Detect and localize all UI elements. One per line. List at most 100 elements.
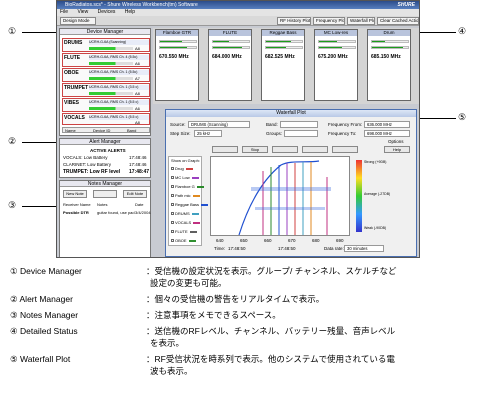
source-select[interactable]: DRUMS (Scanning) [188,121,250,128]
graph-legend-item[interactable]: Path mic [171,193,200,198]
device-model: UCRH-G-6A (Scanning) [89,40,149,45]
af-meter [318,40,356,43]
time-end: 17:48:50 [278,246,296,251]
legend-checkbox[interactable] [171,194,174,198]
device-item[interactable]: FLUTE UCRH-G-6A, RMS Ch. 4 (5.5c) A6 [62,53,150,67]
save-button[interactable] [332,146,358,153]
window-title: BioRadiatos.scs* - Shure Wireless Workbe… [65,2,198,8]
rf-meter [89,77,133,80]
device-model: UCRH-G-6A, RMS Ch. 1 (5.5 c) [89,115,149,120]
delete-note-button[interactable] [93,190,117,198]
groups-select[interactable] [284,130,318,137]
device-item[interactable]: VIBES UCRH-G-6A, RMS Ch. 1 (5.5 c) A6 [62,98,150,112]
graph-legend-item[interactable]: DRUMS [171,211,199,216]
graph-legend-item[interactable]: MC Low [171,175,199,180]
legend-swatch [185,167,193,170]
edit-note-button[interactable]: Edit Note [123,190,147,198]
status-panel[interactable]: Reggae Bass 682.525 MHz [261,29,305,101]
rf-meter [159,46,197,49]
clear-cached-button[interactable]: Clear Cached Actions [377,17,419,25]
scale-strong: Strong (+9DB) [364,160,387,164]
alert-time: 17:48:46 [129,162,147,167]
shure-logo: SHURE [397,2,415,8]
frequency-plot-button[interactable]: Frequency Plot [313,17,345,25]
legend-checkbox[interactable] [171,185,174,189]
freq-to-input[interactable]: 698.000 MHz [364,130,410,137]
scale-average: Average (-27DB) [364,192,391,196]
note-text: guitar found, use pad [97,210,135,215]
menu-file[interactable]: File [60,9,68,15]
waterfall-plot-window[interactable]: Waterfall Plot Source: DRUMS (Scanning) … [165,109,417,257]
waterfall-plot-button[interactable]: Waterfall Plot [347,17,375,25]
description-term: ③ Notes Manager [10,310,79,320]
step-size-input[interactable]: 25 kHz [194,130,222,137]
description-text: 波も表示。 [150,366,193,376]
graph-legend-item[interactable]: VOCALS [171,220,201,225]
graph-legend-item[interactable]: Flamboe G [171,184,204,189]
status-panel[interactable]: MC Low-res 675.200 MHz [314,29,358,101]
alert-item[interactable]: CLARINET: Low Battery 17:48:46 [63,162,147,167]
af-meter [265,40,303,43]
legend-checkbox[interactable] [171,212,174,216]
legend-checkbox[interactable] [171,221,174,225]
callout-1: ① [8,26,17,36]
legend-swatch [192,194,200,197]
stop-button[interactable]: Stop [242,146,268,153]
legend-checkbox[interactable] [171,203,174,207]
col-notes: Notes [97,202,108,207]
band-select[interactable] [280,121,318,128]
zoom-button[interactable] [272,146,298,153]
legend-swatch [196,185,204,188]
print-button[interactable] [302,146,328,153]
alert-item[interactable]: TRUMPET: Low RF level 17:48:47 [63,169,149,175]
device-name: TRUMPET [64,85,89,91]
rf-meter [318,46,356,49]
device-item[interactable]: VOCALS UCRH-G-6A, RMS Ch. 1 (5.5 c) A8 [62,113,150,125]
help-button[interactable]: Help [384,146,410,153]
callout-line-1 [22,32,58,33]
callout-line-3 [22,206,58,207]
device-channel: A7 [135,76,140,81]
freq-from-input[interactable]: 636.000 MHz [364,121,410,128]
legend-checkbox[interactable] [171,167,174,171]
legend-swatch [193,221,201,224]
device-item[interactable]: TRUMPET UCRH-G-6A, RMS Ch. 1 (3.5 c) A8 [62,83,150,97]
title-bar: BioRadiatos.scs* - Shure Wireless Workbe… [57,1,419,9]
note-receiver: Possible DTR [63,210,89,215]
x-tick-label: 690 [336,238,344,243]
freq-to-label: Frequency To: [328,131,357,136]
band-label: Band: [266,122,278,127]
menu-help[interactable]: Help [125,9,135,15]
legend-checkbox[interactable] [171,239,174,243]
mode-select[interactable]: Design Mode [60,17,96,25]
legend-label: Reggae Bass [175,202,200,207]
legend-checkbox[interactable] [171,176,174,180]
panel-name: MC Low-res [315,30,357,36]
play-button[interactable] [212,146,238,153]
panel-name: Reggae Bass [262,30,304,36]
graph-legend-item[interactable]: OBOE [171,238,196,243]
graph-legend-item[interactable]: Reggae Bass [171,202,209,207]
status-panel[interactable]: Drum 685.150 MHz [367,29,411,101]
menu-view[interactable]: View [77,9,88,15]
graph-legend-item[interactable]: Drug [171,166,193,171]
note-row[interactable]: Possible DTR guitar found, use pad 3/4/2… [63,210,151,215]
alert-item[interactable]: VOCALS: Low Battery 17:48:46 [63,155,147,160]
rf-meter [371,46,409,49]
notes-manager: Notes Manager New Note Edit Note Receive… [59,180,151,257]
alert-manager: Alert Manager ACTIVE ALERTS VOCALS: Low … [59,138,151,178]
legend-checkbox[interactable] [171,230,174,234]
rf-history-button[interactable]: RF History Plot [277,17,311,25]
device-model: UCRH-G-6A, RMS Ch. 1 (3.5 c) [89,85,149,90]
device-item[interactable]: OBOE UCRH-G-6A, RMS Ch. 1 (5.5c) A7 [62,68,150,82]
graph-legend-item[interactable]: FLUTE [171,229,197,234]
menu-devices[interactable]: Devices [98,9,116,15]
options-toggle[interactable]: Options [388,139,404,144]
status-panel[interactable]: Flamboe GTR 670.550 MHz [155,29,199,101]
interval-select[interactable]: 30 minutes [344,245,384,252]
description-term: ② Alert Manager [10,294,73,304]
status-panel[interactable]: FLUTE 684.000 MHz [208,29,252,101]
waterfall-plot-area[interactable] [210,156,350,236]
new-note-button[interactable]: New Note [63,190,87,198]
device-item[interactable]: DRUMS UCRH-G-6A (Scanning) A8 [62,38,150,52]
